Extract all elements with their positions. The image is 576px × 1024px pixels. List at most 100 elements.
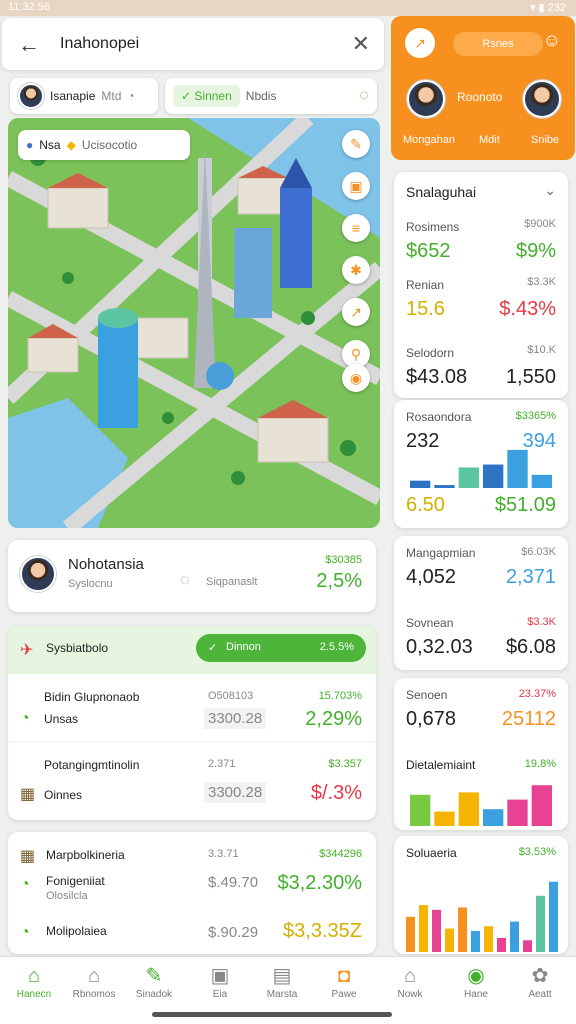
- mini2-top: $3.3K: [527, 616, 556, 628]
- chart-bar: [536, 895, 545, 952]
- close-icon[interactable]: ✕: [352, 31, 370, 57]
- nav-item-3[interactable]: ✎ Sinadok: [122, 963, 186, 1000]
- avatar: [407, 80, 445, 118]
- chart-bar: [523, 940, 532, 952]
- tag-icon: ◆: [66, 138, 76, 152]
- building-icon: ▦: [20, 786, 36, 803]
- nav-item-8[interactable]: ◉ Hane: [444, 963, 508, 1000]
- side-stats-card: Snalaguhai ⌄ Rosimens $900K $652 $9% Ren…: [394, 172, 568, 398]
- house-icon: ⌂: [87, 965, 101, 987]
- mini2-left: 0,32.03: [406, 636, 473, 658]
- chart-bar: [484, 926, 493, 952]
- chart-bar: [432, 909, 441, 952]
- orange-action-button[interactable]: Rsnes: [453, 32, 543, 56]
- nav-item-6[interactable]: ◘ Pawe: [312, 963, 376, 1000]
- chart-bar: [458, 467, 479, 488]
- nav-item-9[interactable]: ✿ Aeatt: [508, 963, 572, 1000]
- mini1-left: 4,052: [406, 566, 457, 588]
- chart-bar: [483, 809, 504, 826]
- profile-name: Nohotansia: [68, 556, 144, 573]
- user-icon[interactable]: ☺: [543, 30, 561, 51]
- mini2-right: $6.08: [505, 636, 556, 658]
- map-chip-label: Nsa: [39, 138, 61, 152]
- bottom-top-mid: 3.3.71: [208, 848, 239, 860]
- camera-icon[interactable]: ▣: [342, 172, 370, 200]
- chart-card-3: Soluaeria $3.53%: [394, 836, 568, 954]
- chart-bar: [458, 907, 467, 952]
- back-arrow-icon[interactable]: ←: [18, 32, 40, 58]
- chart3-top: $3.53%: [518, 846, 556, 858]
- nav-item-2[interactable]: ⌂ Rbnomos: [62, 963, 126, 1000]
- nav-item-7[interactable]: ⌂ Nowk: [378, 963, 442, 1000]
- chat-label: Siqpanaslt: [206, 576, 258, 588]
- status-bar: 11:32 56 ▾ ▮ 232: [0, 0, 576, 16]
- info-icon: ◔: [127, 89, 135, 103]
- orange-profile-panel: ↗ Rsnes ☺ Roonoto Mongahan Mdit Snibe: [391, 16, 575, 160]
- avatar: [523, 80, 561, 118]
- leaf-icon: ◔: [20, 710, 30, 727]
- mini3-label: Senoen: [406, 688, 448, 702]
- globe-icon: ●: [26, 138, 34, 152]
- pencil-icon: ✎: [145, 965, 163, 987]
- nav-item-home[interactable]: ⌂ Hanecn: [2, 963, 66, 1000]
- bottom-list-card: ▦ Marpbolkineria 3.3.71 $344296 ◔ Fonige…: [8, 832, 376, 954]
- leaf-icon: ✓: [208, 642, 218, 654]
- chart1-label: Rosaondora: [406, 410, 472, 424]
- house-icon: ⌂: [403, 965, 417, 987]
- section-title: Sysbiatbolo: [46, 641, 109, 655]
- mini-chart-card: Senoen 23.37% 0,678 25112 Dietalemiaint …: [394, 678, 568, 830]
- chat-icon[interactable]: ◌: [180, 572, 190, 590]
- chart-bar: [410, 794, 431, 826]
- list-item[interactable]: Potangingmtinolin ▦ Oinnes 2.371 3300.28…: [8, 746, 376, 816]
- mini3-right: 25112: [501, 708, 556, 730]
- profile-card[interactable]: Nohotansia Syslocnu ◌ Siqpanaslt $30385 …: [8, 540, 376, 612]
- chip-filter-active[interactable]: ✓ Sinnen: [173, 85, 240, 107]
- search-input[interactable]: Inahonopei: [60, 35, 139, 53]
- chip-filter[interactable]: ✓ Sinnen Nbdis ◌: [165, 78, 377, 114]
- chat-icon[interactable]: ◌: [359, 87, 369, 105]
- side-item: Renian $3.3K 15.6 $.43%: [406, 276, 556, 320]
- section-action-button[interactable]: ✓ Dinnon 2.5.5%: [196, 634, 366, 662]
- profile-mid: Mdit: [479, 134, 500, 146]
- mini1-right: 2,371: [505, 566, 556, 588]
- bottom-title: Marpbolkineria: [46, 848, 125, 862]
- layers-icon[interactable]: ≡: [342, 214, 370, 242]
- leaf-icon: ✓: [181, 89, 192, 103]
- chip-user[interactable]: Isanapie Mtd ◔: [10, 78, 158, 114]
- map-illustration: [8, 118, 380, 528]
- leaf-icon: ◔: [20, 924, 30, 941]
- chart1-bottom-left: 6.50: [406, 494, 445, 516]
- list-item[interactable]: ◔ Fonigeniiat Olosilcla $.49.70 $3,2.30%: [8, 868, 376, 912]
- mini2-label: Sovnean: [406, 616, 454, 630]
- list-item[interactable]: ◔ Molipolaiea $.90.29 $3,3.35Z: [8, 916, 376, 950]
- list-section: ✈ Sysbiatbolo ✓ Dinnon 2.5.5% Bidin Glup…: [8, 626, 376, 820]
- city-map[interactable]: ● Nsa ◆ Ucisocotio ✎ ▣ ≡ ✱ ↗ ⚲ ◉: [8, 118, 380, 528]
- settings-icon[interactable]: ✱: [342, 256, 370, 284]
- nav-item-4[interactable]: ▣ Eia: [188, 963, 252, 1000]
- pin-icon[interactable]: ◉: [342, 364, 370, 392]
- chart-bar: [507, 449, 528, 488]
- route-icon[interactable]: ↗: [342, 298, 370, 326]
- compass-icon[interactable]: ↗: [405, 28, 435, 58]
- chart-bar: [531, 785, 552, 826]
- chart-bar: [531, 474, 552, 488]
- chart-bar: [445, 928, 454, 952]
- chart-bar: [549, 881, 558, 952]
- card-icon: ▣: [210, 965, 230, 987]
- home-indicator[interactable]: [152, 1012, 392, 1017]
- chip-filter-extra[interactable]: Nbdis: [246, 89, 277, 103]
- edit-icon[interactable]: ✎: [342, 130, 370, 158]
- list-item[interactable]: Bidin Glupnonaob ◔ Unsas O508103 3300.28…: [8, 678, 376, 742]
- avatar: [18, 83, 44, 109]
- map-location-chip[interactable]: ● Nsa ◆ Ucisocotio: [18, 130, 190, 160]
- nav-item-5[interactable]: ▤ Marsta: [250, 963, 314, 1000]
- building-icon: ▦: [20, 848, 36, 865]
- runner-icon: ✈: [20, 642, 34, 659]
- side-item: Rosimens $900K $652 $9%: [406, 218, 556, 262]
- chart-bar: [497, 937, 506, 952]
- bar-chart-2: [410, 785, 552, 826]
- chevron-down-icon[interactable]: ⌄: [544, 182, 556, 199]
- profile-sub: Mongahan: [403, 134, 455, 146]
- chart3-label: Soluaeria: [406, 846, 457, 860]
- side-header: Snalaguhai: [406, 184, 477, 200]
